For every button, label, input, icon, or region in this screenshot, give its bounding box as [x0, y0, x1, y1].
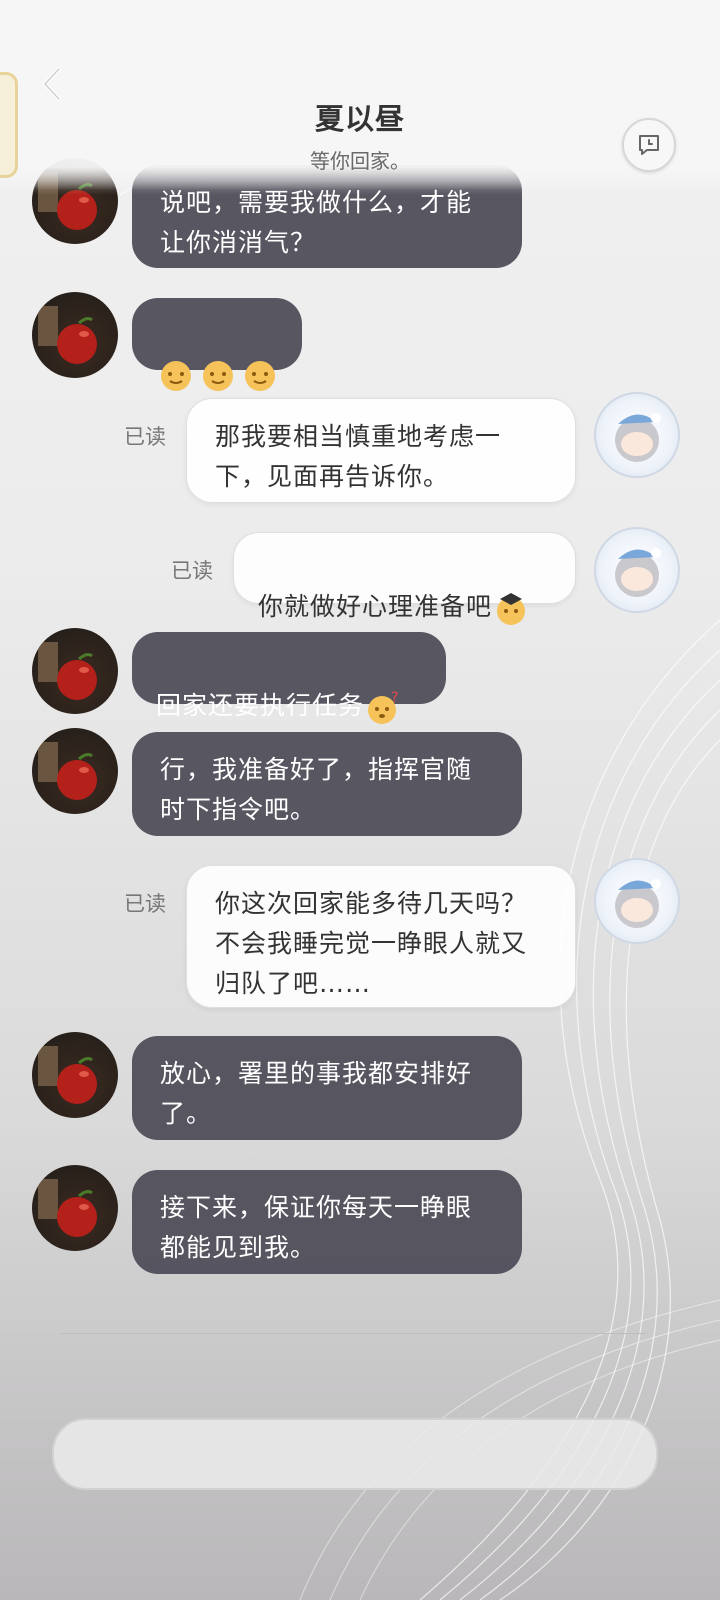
user-avatar[interactable] [594, 527, 680, 613]
chat-header: 夏以昼 等你回家。 [0, 0, 720, 195]
question-emoji: ? [368, 690, 399, 724]
message-bubble[interactable]: 放心，署里的事我都安排好 了。 [132, 1036, 522, 1140]
apple-avatar-image [38, 1179, 97, 1237]
user-avatar[interactable] [594, 392, 680, 478]
message-bubble[interactable]: 你就做好心理准备吧 [233, 532, 576, 625]
chibi-avatar-image [615, 413, 661, 462]
divider [60, 1333, 646, 1334]
contact-avatar[interactable] [32, 292, 118, 378]
user-avatar[interactable] [594, 858, 680, 944]
message-text: 回家还要执行任务 [156, 691, 365, 720]
contact-name: 夏以昼 [314, 102, 405, 136]
svg-text:?: ? [391, 690, 399, 706]
apple-avatar-image [38, 642, 97, 700]
read-status: 已读 [171, 559, 213, 583]
read-status: 已读 [124, 425, 166, 449]
message-bubble[interactable]: 你这次回家能多待几天吗？ 不会我睡完觉一睁眼人就又 归队了吧…… [186, 865, 576, 1008]
message-bubble[interactable]: 接下来，保证你每天一睁眼 都能见到我。 [132, 1170, 522, 1274]
contact-avatar[interactable] [32, 1165, 118, 1251]
chat-options-button[interactable] [622, 118, 676, 172]
message-bubble[interactable]: 回家还要执行任务? [132, 632, 446, 724]
message-bubble[interactable]: 那我要相当慎重地考虑一 下，见面再告诉你。 [186, 398, 576, 503]
apple-avatar-image [38, 742, 97, 800]
apple-avatar-image [38, 1046, 97, 1104]
chibi-avatar-image [615, 548, 661, 597]
contact-avatar[interactable] [32, 628, 118, 714]
message-input[interactable] [52, 1418, 658, 1490]
chibi-avatar-image [615, 879, 661, 928]
contact-avatar[interactable] [32, 1032, 118, 1118]
read-status: 已读 [124, 892, 166, 916]
apple-avatar-image [38, 306, 97, 364]
yellow-smile-emoji [161, 361, 275, 391]
message-text: 你就做好心理准备吧 [258, 592, 493, 621]
message-bubble[interactable]: 行，我准备好了，指挥官随 时下指令吧。 [132, 732, 522, 836]
contact-status: 等你回家。 [310, 149, 410, 173]
message-bubble-icon [639, 135, 659, 155]
contact-avatar[interactable] [32, 728, 118, 814]
graduate-cap-emoji [497, 593, 526, 625]
message-bubble[interactable] [132, 298, 302, 391]
